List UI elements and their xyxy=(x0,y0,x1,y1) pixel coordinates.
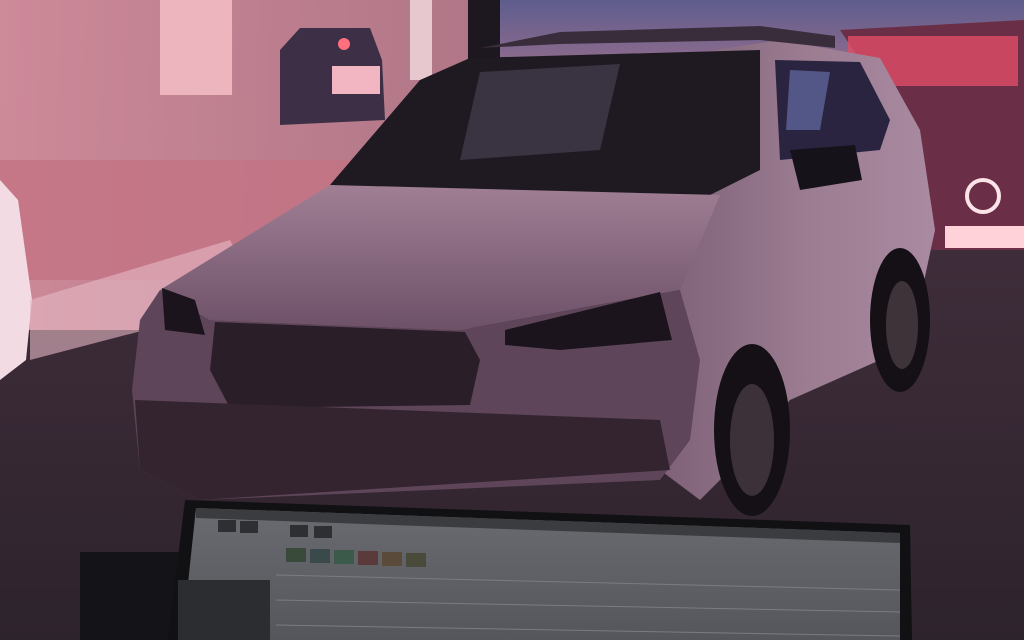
laptop-side-panel[interactable] xyxy=(178,580,270,640)
photo-scene xyxy=(0,0,1024,640)
laptop-stand xyxy=(80,552,180,640)
grille xyxy=(210,322,480,408)
laptop xyxy=(80,500,912,640)
background-car xyxy=(280,28,385,125)
